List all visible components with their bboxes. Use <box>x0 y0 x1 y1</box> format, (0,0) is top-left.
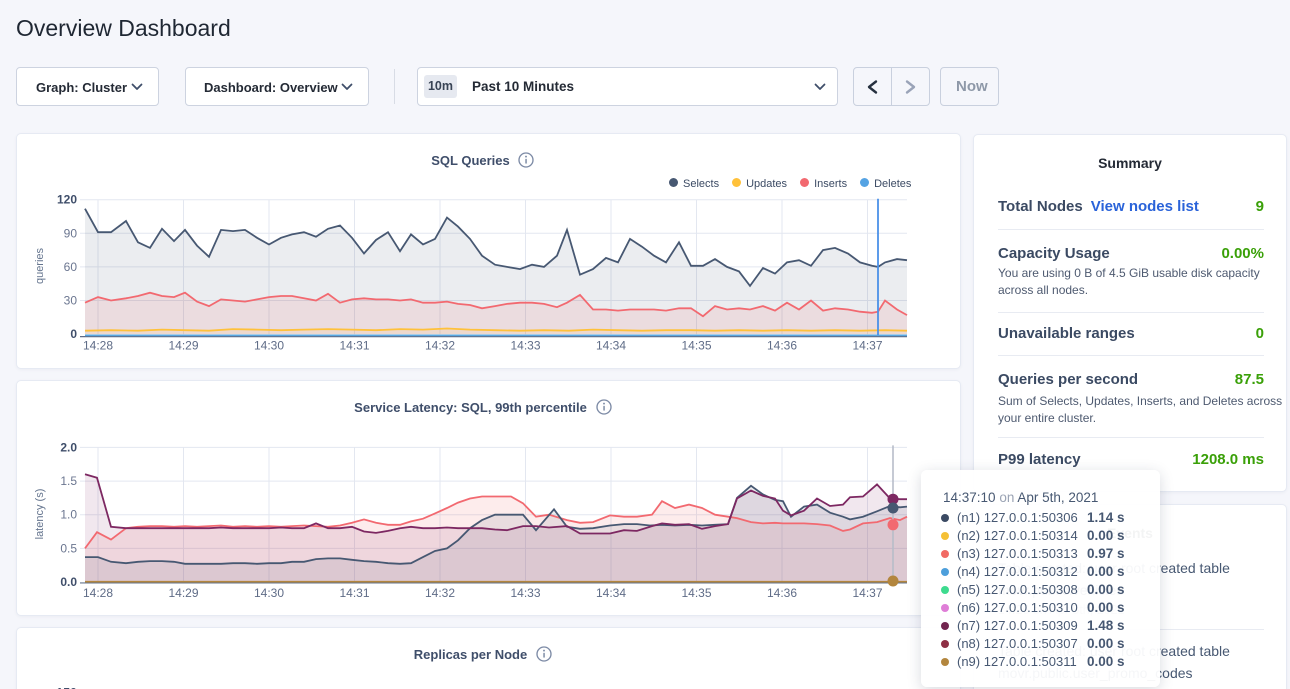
svg-text:90: 90 <box>64 226 78 240</box>
svg-text:14:30: 14:30 <box>254 339 284 353</box>
svg-text:0.5: 0.5 <box>60 541 77 555</box>
svg-text:120: 120 <box>57 193 77 207</box>
svg-text:14:33: 14:33 <box>510 586 540 600</box>
svg-text:14:31: 14:31 <box>339 586 369 600</box>
svg-text:queries: queries <box>34 247 46 284</box>
svg-text:14:37: 14:37 <box>852 586 882 600</box>
svg-text:14:33: 14:33 <box>510 339 540 353</box>
svg-text:14:32: 14:32 <box>425 586 455 600</box>
svg-text:14:29: 14:29 <box>168 339 198 353</box>
svg-text:14:28: 14:28 <box>83 339 113 353</box>
svg-text:14:36: 14:36 <box>767 339 797 353</box>
svg-text:14:35: 14:35 <box>681 339 711 353</box>
svg-text:14:30: 14:30 <box>254 586 284 600</box>
svg-text:14:37: 14:37 <box>852 339 882 353</box>
svg-text:60: 60 <box>64 260 78 274</box>
svg-text:14:36: 14:36 <box>767 586 797 600</box>
svg-text:14:29: 14:29 <box>168 586 198 600</box>
svg-text:2.0: 2.0 <box>60 440 77 454</box>
svg-text:14:34: 14:34 <box>596 339 626 353</box>
svg-text:latency (s): latency (s) <box>34 489 46 540</box>
svg-text:14:35: 14:35 <box>681 586 711 600</box>
svg-text:0.0: 0.0 <box>60 575 77 589</box>
svg-text:14:31: 14:31 <box>339 339 369 353</box>
svg-text:14:34: 14:34 <box>596 586 626 600</box>
svg-text:1.5: 1.5 <box>60 474 77 488</box>
svg-text:0: 0 <box>70 327 77 341</box>
svg-text:30: 30 <box>64 294 78 308</box>
svg-text:14:32: 14:32 <box>425 339 455 353</box>
svg-text:1.0: 1.0 <box>60 508 77 522</box>
svg-text:14:28: 14:28 <box>83 586 113 600</box>
